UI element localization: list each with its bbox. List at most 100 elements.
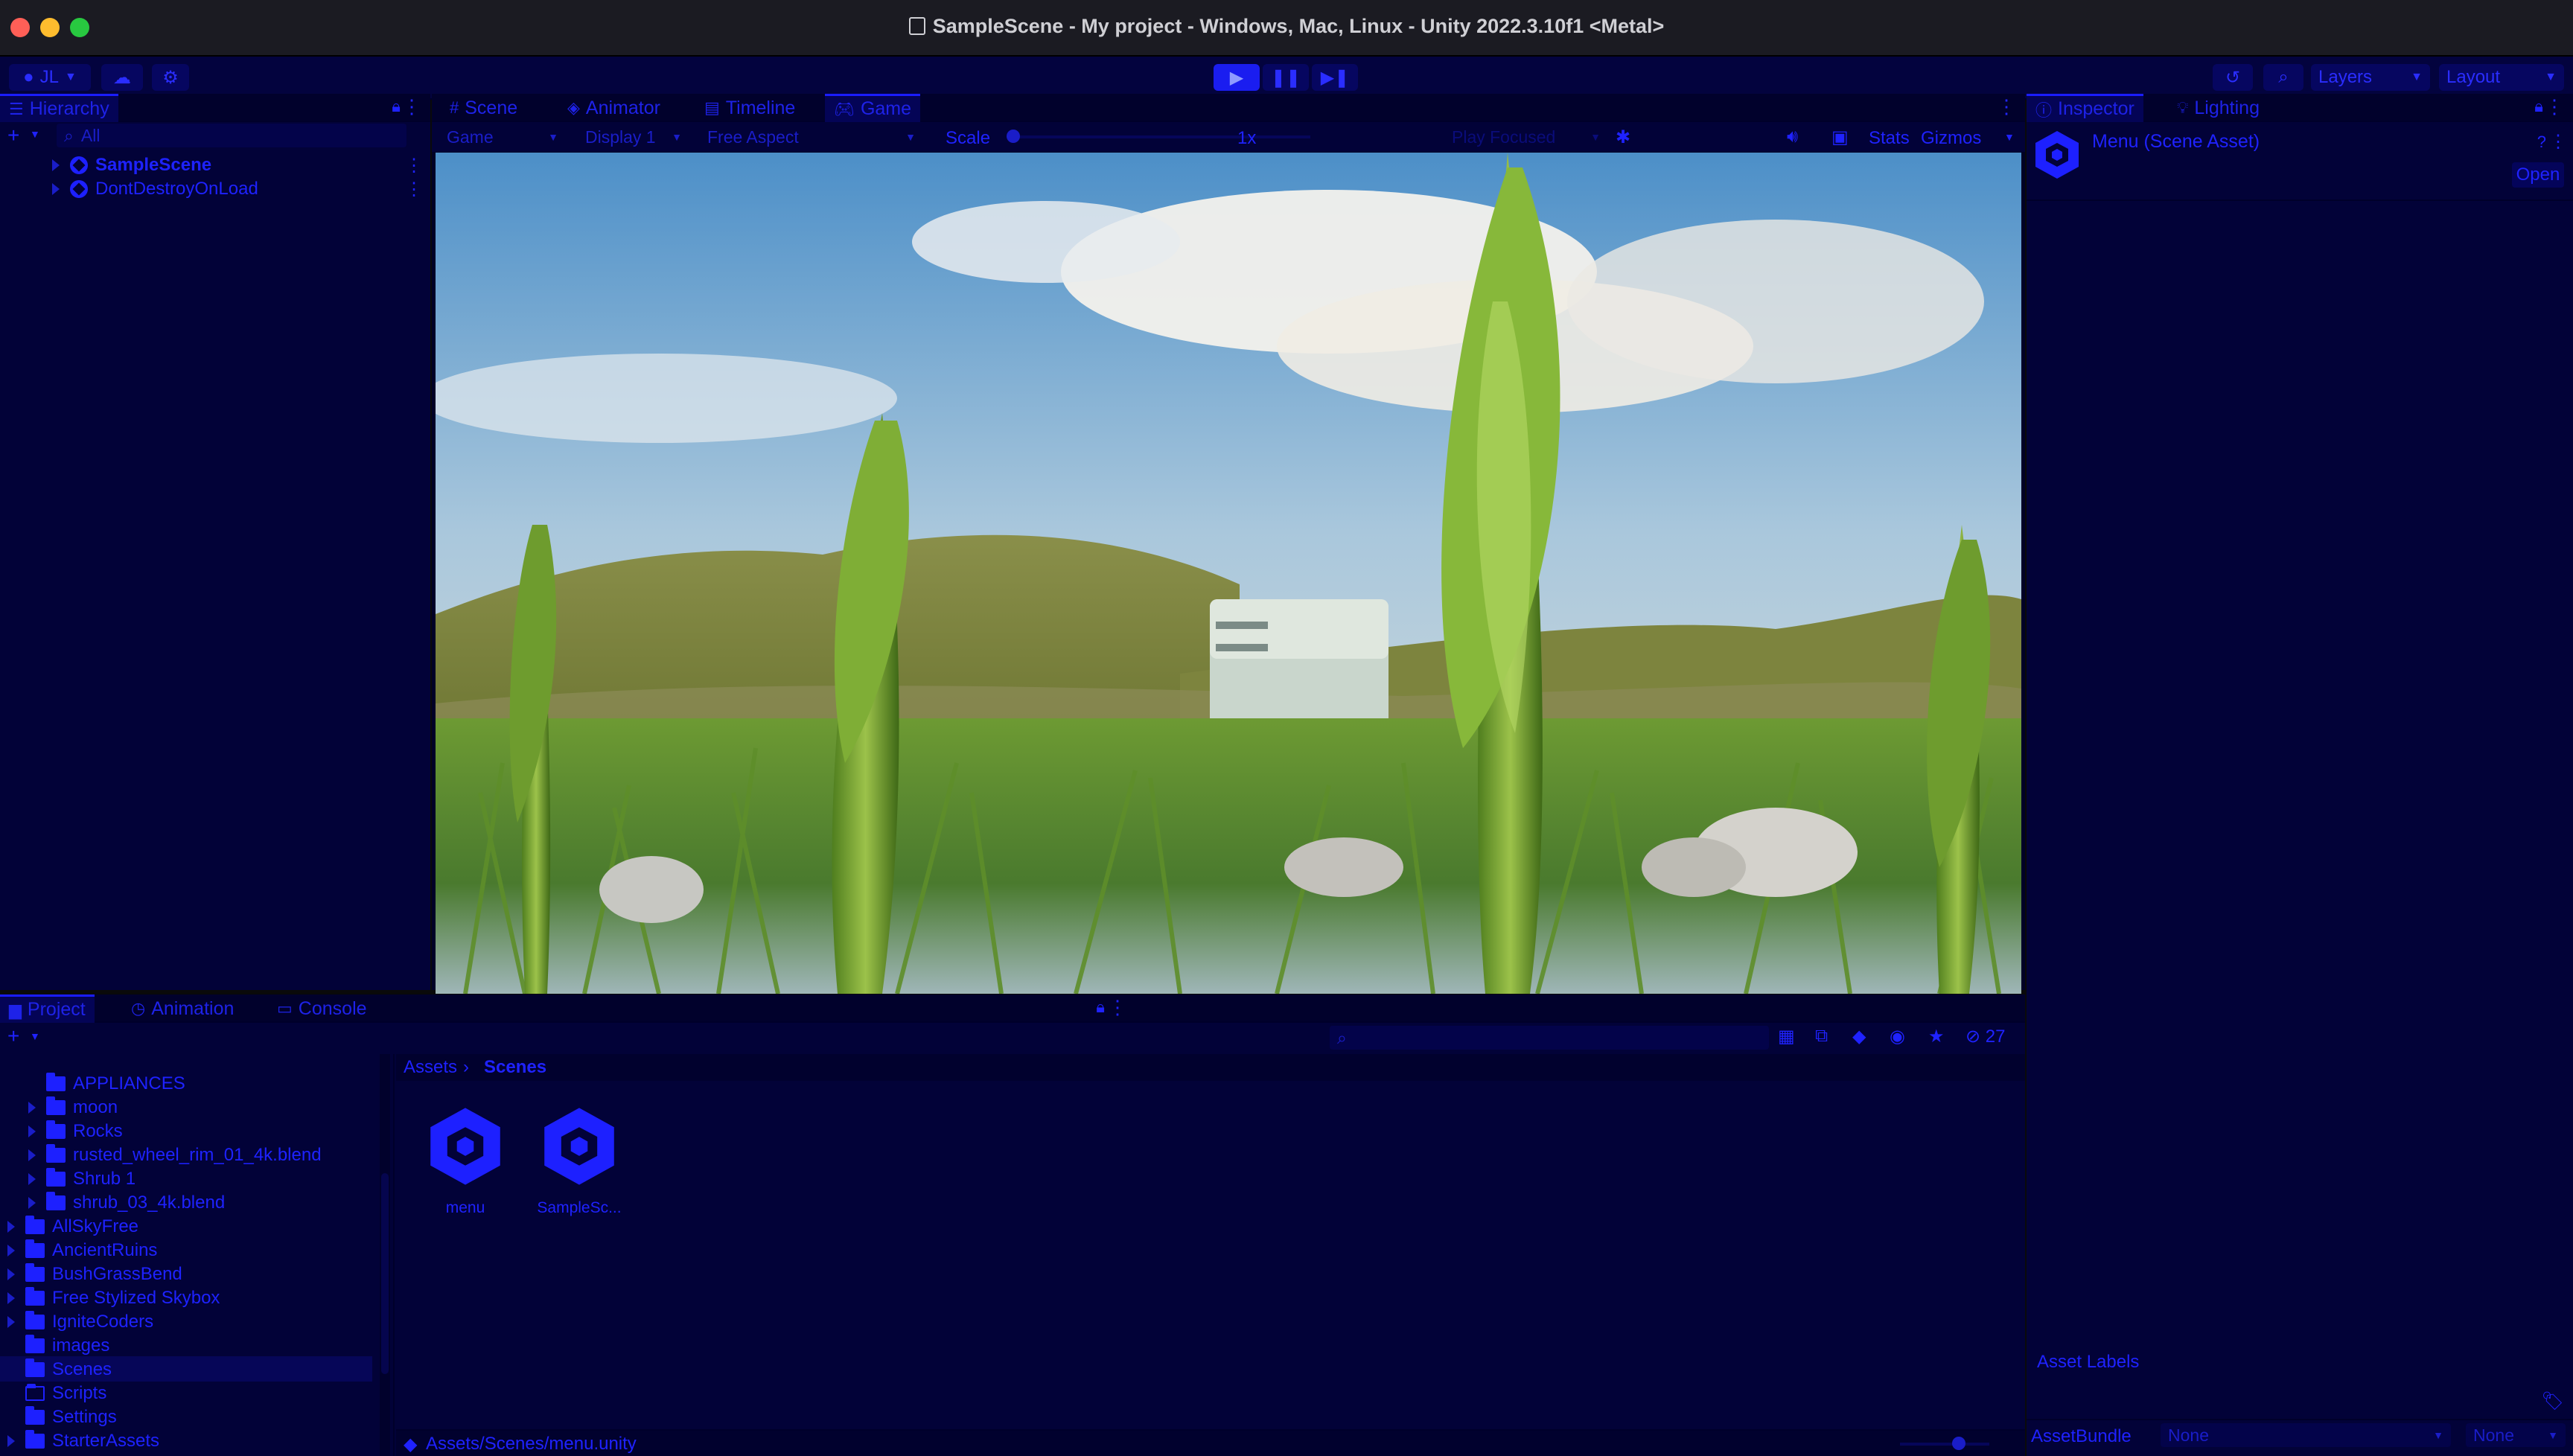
lock-icon[interactable]: 🔒︎ <box>1096 997 1105 1017</box>
project-folder-item[interactable]: images <box>25 1334 109 1358</box>
undo-history-button[interactable]: ↺ <box>2213 64 2253 91</box>
pause-button[interactable]: ❚❚ <box>1263 64 1309 91</box>
tab-lighting[interactable]: 💡︎ Lighting <box>2168 94 2268 122</box>
project-folder-item[interactable]: BushGrassBend <box>7 1262 182 1286</box>
project-folder-item[interactable]: AllSkyFree <box>7 1215 138 1239</box>
breadcrumb-scenes[interactable]: Scenes <box>484 1057 546 1078</box>
search-button[interactable]: ⌕ <box>2263 64 2303 91</box>
project-folder-item[interactable]: AncientRuins <box>7 1239 157 1262</box>
gizmos-button[interactable]: Gizmos <box>1921 128 1981 149</box>
expand-arrow-icon[interactable] <box>28 1125 36 1137</box>
layout-dropdown[interactable]: Layout ▼ <box>2439 64 2564 91</box>
chevron-down-icon[interactable]: ▼ <box>30 1030 40 1042</box>
asset-tile-samplescene[interactable]: SampleSc... <box>535 1105 624 1217</box>
layers-dropdown[interactable]: Layers ▼ <box>2311 64 2430 91</box>
icon-size-slider[interactable] <box>1900 1437 1989 1450</box>
hierarchy-search-input[interactable]: ⌕ All <box>57 124 406 147</box>
open-button[interactable]: Open <box>2512 162 2564 188</box>
more-options-icon[interactable]: ⋮ <box>405 155 423 176</box>
step-button[interactable]: ▶❚ <box>1312 64 1358 91</box>
scale-slider[interactable] <box>1007 130 1310 143</box>
expand-arrow-icon[interactable] <box>28 1102 36 1114</box>
expand-arrow-icon[interactable] <box>7 1245 15 1257</box>
project-folder-item[interactable]: Free Stylized Skybox <box>7 1286 220 1310</box>
expand-arrow-icon[interactable] <box>52 159 60 171</box>
assetbundle-variant-dropdown[interactable]: None ▼ <box>2466 1423 2566 1447</box>
stats-button[interactable]: Stats <box>1869 128 1910 149</box>
expand-arrow-icon[interactable] <box>7 1316 15 1328</box>
hidden-packages-icon[interactable]: ⊘ 27 <box>1965 1026 2005 1047</box>
filter-by-label-icon[interactable]: ⧉ <box>1815 1026 1828 1047</box>
favorite-icon[interactable]: ★ <box>1928 1026 1945 1047</box>
expand-arrow-icon[interactable] <box>28 1173 36 1185</box>
tab-hierarchy[interactable]: ☰ Hierarchy <box>0 94 118 122</box>
more-options-icon[interactable]: ⋮ <box>405 179 423 200</box>
folder-tree-scrollbar[interactable] <box>380 1054 390 1456</box>
expand-arrow-icon[interactable] <box>7 1435 15 1447</box>
project-folder-item[interactable]: IgniteCoders <box>7 1310 153 1334</box>
expand-arrow-icon[interactable] <box>28 1149 36 1161</box>
chevron-down-icon[interactable]: ▼ <box>30 128 40 140</box>
tab-animation[interactable]: ◷ Animation <box>122 994 243 1023</box>
project-folder-item[interactable]: Settings <box>25 1405 117 1429</box>
tab-timeline[interactable]: ▤ Timeline <box>695 94 804 122</box>
chevron-down-icon: ▼ <box>672 131 682 143</box>
project-folder-item[interactable]: Shrub 1 <box>28 1167 135 1191</box>
tag-icon[interactable]: 🏷︎ <box>2542 1390 2564 1412</box>
expand-arrow-icon[interactable] <box>52 183 60 195</box>
bug-icon[interactable]: ✱ <box>1616 127 1630 148</box>
tab-project[interactable]: ▆ Project <box>0 994 95 1023</box>
help-icon[interactable]: ? <box>2537 132 2546 152</box>
lock-icon[interactable]: 🔒︎ <box>392 97 401 116</box>
project-folder-item[interactable]: rusted_wheel_rim_01_4k.blend <box>28 1143 322 1167</box>
settings-button[interactable]: ⚙ <box>152 64 189 91</box>
expand-arrow-icon[interactable] <box>28 1197 36 1209</box>
cloud-button[interactable]: ☁ <box>101 64 143 91</box>
project-folder-item[interactable]: StarterAssets <box>7 1429 159 1453</box>
project-folder-item[interactable]: Scripts <box>25 1382 106 1405</box>
account-dropdown[interactable]: ● JL ▼ <box>9 64 91 91</box>
expand-arrow-icon[interactable] <box>7 1221 15 1233</box>
asset-tile-menu[interactable]: menu <box>424 1105 506 1217</box>
expand-arrow-icon[interactable] <box>7 1268 15 1280</box>
project-folder-item-selected[interactable]: Scenes <box>25 1358 112 1382</box>
hierarchy-item-dontdestroyonload[interactable]: DontDestroyOnLoad <box>52 177 258 201</box>
more-options-icon[interactable]: ⋮ <box>1108 996 1127 1019</box>
expand-arrow-icon[interactable] <box>7 1292 15 1304</box>
lock-icon[interactable]: 🔒︎ <box>2534 97 2543 116</box>
assetbundle-dropdown[interactable]: None ▼ <box>2161 1423 2451 1447</box>
more-options-icon[interactable]: ⋮ <box>1997 95 2016 118</box>
display-dropdown[interactable]: Display 1 ▼ <box>578 125 689 149</box>
hierarchy-item-samplescene[interactable]: SampleScene <box>52 153 211 177</box>
more-options-icon[interactable]: ⋮ <box>402 95 421 118</box>
more-options-icon[interactable]: ⋮ <box>2549 131 2567 153</box>
game-mode-dropdown[interactable]: Game ▼ <box>439 125 566 149</box>
aspect-dropdown[interactable]: Free Aspect ▼ <box>700 125 923 149</box>
breadcrumb-assets[interactable]: Assets <box>404 1057 457 1078</box>
filter-by-type-icon[interactable]: ▦ <box>1778 1026 1795 1047</box>
tab-scene[interactable]: # Scene <box>441 94 526 122</box>
tab-game[interactable]: 🎮︎ Game <box>825 94 921 122</box>
project-search-input[interactable]: ⌕ <box>1330 1026 1769 1050</box>
project-folder-item[interactable]: APPLIANCES <box>46 1072 185 1096</box>
project-folder-item[interactable]: Rocks <box>28 1120 123 1143</box>
audio-icon[interactable]: 🔊︎ <box>1787 127 1798 147</box>
tab-inspector[interactable]: ⓘ Inspector <box>2027 94 2143 122</box>
tab-animator[interactable]: ◈ Animator <box>558 94 669 122</box>
project-folder-item[interactable]: shrub_03_4k.blend <box>28 1191 225 1215</box>
project-folder-item[interactable]: moon <box>28 1096 118 1120</box>
add-icon[interactable]: + <box>7 1024 19 1048</box>
slider-handle[interactable] <box>1952 1437 1965 1450</box>
game-viewport[interactable] <box>436 153 2021 994</box>
play-button[interactable]: ▶ <box>1214 64 1260 91</box>
tag-icon[interactable]: ◆ <box>1852 1026 1866 1047</box>
chevron-down-icon[interactable]: ▼ <box>2004 131 2015 143</box>
scrollbar-thumb[interactable] <box>381 1173 389 1374</box>
tab-console[interactable]: ▭ Console <box>268 994 376 1023</box>
add-icon[interactable]: + <box>7 124 19 147</box>
package-icon[interactable]: ◉ <box>1890 1026 1905 1047</box>
scale-slider-handle[interactable] <box>1007 130 1020 143</box>
maximize-icon[interactable]: ▣ <box>1831 127 1849 148</box>
play-mode-dropdown[interactable]: Play Focused ▼ <box>1444 125 1608 149</box>
more-options-icon[interactable]: ⋮ <box>2545 95 2564 118</box>
